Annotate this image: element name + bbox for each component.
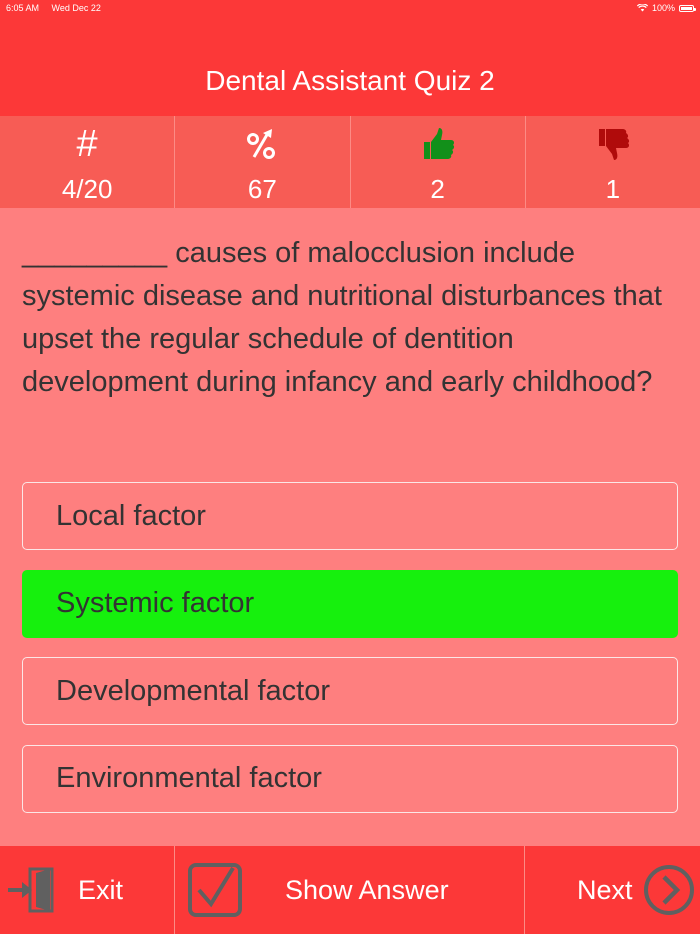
hash-icon: # bbox=[76, 123, 98, 165]
chevron-right-icon bbox=[643, 865, 694, 915]
wifi-icon bbox=[636, 4, 648, 12]
option-label: Local factor bbox=[56, 499, 206, 532]
stat-wrong: 1 bbox=[526, 116, 700, 208]
stat-question-count: # 4/20 bbox=[0, 116, 176, 208]
percent-value: 67 bbox=[247, 174, 277, 204]
option-local-factor[interactable]: Local factor bbox=[22, 482, 678, 550]
battery-icon bbox=[679, 4, 696, 12]
correct-count-value: 2 bbox=[430, 174, 445, 204]
option-label: Developmental factor bbox=[56, 674, 331, 707]
status-right: 100% bbox=[636, 3, 696, 13]
thumbs-down-icon bbox=[595, 124, 631, 164]
quiz-title: Dental Assistant Quiz 2 bbox=[205, 65, 495, 96]
next-label: Next bbox=[577, 874, 633, 905]
quiz-header: Dental Assistant Quiz 2 bbox=[0, 16, 700, 116]
exit-label: Exit bbox=[78, 874, 124, 905]
next-button[interactable]: Next bbox=[525, 846, 700, 934]
wrong-count-value: 1 bbox=[605, 174, 621, 204]
stat-correct: 2 bbox=[351, 116, 526, 208]
option-systemic-factor[interactable]: Systemic factor bbox=[22, 569, 678, 638]
option-label: Environmental factor bbox=[56, 762, 322, 794]
stats-bar: # 4/20 67 2 1 bbox=[0, 116, 700, 208]
bottom-toolbar: Exit Show Answer Next bbox=[0, 846, 700, 934]
checkbox-icon bbox=[188, 863, 242, 917]
stat-percent: 67 bbox=[175, 116, 351, 208]
status-date: Wed Dec 22 bbox=[51, 3, 101, 13]
status-time: 6:05 AM bbox=[6, 3, 40, 13]
thumbs-up-icon bbox=[420, 124, 456, 164]
option-label: Systemic factor bbox=[56, 587, 255, 619]
status-left: 6:05 AM Wed Dec 22 bbox=[6, 3, 111, 13]
battery-percent: 100% bbox=[651, 3, 675, 13]
percent-icon bbox=[245, 124, 279, 164]
exit-button[interactable]: Exit bbox=[0, 846, 175, 934]
answer-options: Local factor Systemic factor Development… bbox=[22, 482, 678, 832]
question-count-value: 4/20 bbox=[61, 174, 113, 204]
question-text: _________ causes of malocclusion include… bbox=[22, 237, 662, 398]
show-answer-label: Show Answer bbox=[285, 874, 449, 905]
option-environmental-factor[interactable]: Environmental factor bbox=[22, 744, 678, 813]
status-bar: 6:05 AM Wed Dec 22 100% bbox=[0, 0, 700, 16]
exit-icon bbox=[8, 867, 54, 913]
show-answer-button[interactable]: Show Answer bbox=[175, 846, 525, 934]
option-developmental-factor[interactable]: Developmental factor bbox=[22, 657, 678, 725]
